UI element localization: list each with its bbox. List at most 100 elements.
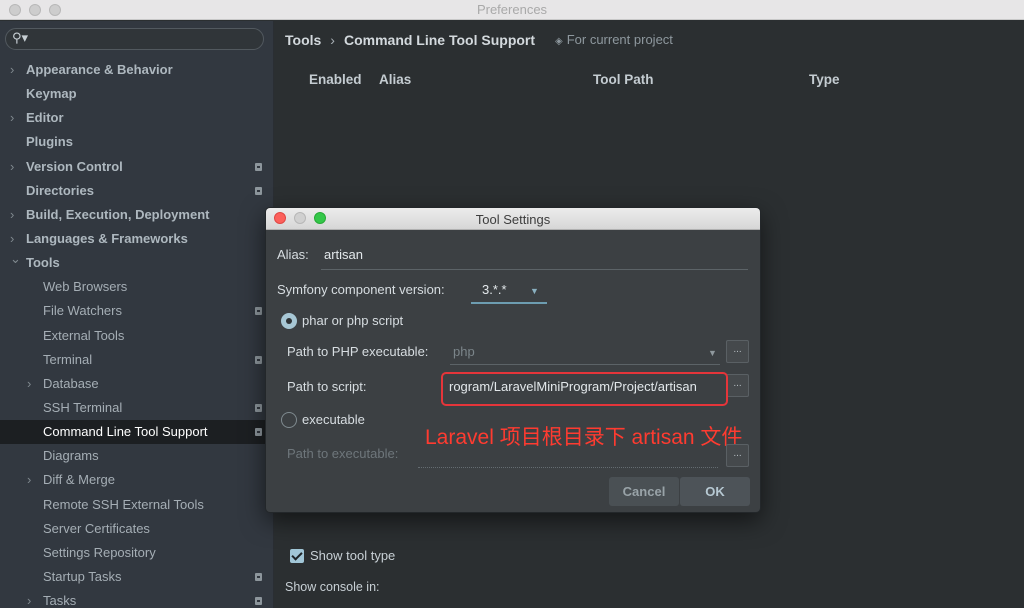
annotation-text: Laravel 项目根目录下 artisan 文件 xyxy=(425,426,743,449)
sidebar-item-command-line-tool-support[interactable]: Command Line Tool Support xyxy=(0,420,274,445)
window-titlebar: Preferences xyxy=(0,0,1024,20)
sidebar-item-label: Diff & Merge xyxy=(43,472,116,488)
sidebar-item-remote-ssh-external-tools[interactable]: Remote SSH External Tools xyxy=(0,493,274,517)
phar-script-radio[interactable] xyxy=(281,313,297,329)
sidebar-item-label: Build, Execution, Deployment xyxy=(26,206,210,222)
symfony-select-underline xyxy=(471,302,547,304)
show-tool-type-checkbox[interactable] xyxy=(290,548,304,563)
script-path-label: Path to script: xyxy=(287,379,367,394)
executable-path-browse-button: ... xyxy=(726,444,749,467)
sidebar-item-file-watchers[interactable]: File Watchers xyxy=(0,299,274,323)
alias-input-underline xyxy=(321,269,748,270)
sidebar-item-label: Settings Repository xyxy=(43,544,156,560)
settings-search-input[interactable]: ⚲▾ xyxy=(5,28,264,50)
sidebar-item-ssh-terminal[interactable]: SSH Terminal xyxy=(0,396,274,420)
cancel-button[interactable]: Cancel xyxy=(609,477,679,506)
project-scope-icon: ◈ xyxy=(555,36,563,47)
scope-indicator: ◈ For current project xyxy=(555,32,673,47)
sidebar-item-label: Keymap xyxy=(26,86,77,102)
sidebar-item-keymap[interactable]: Keymap xyxy=(0,82,274,106)
sidebar-item-tasks[interactable]: › Tasks xyxy=(0,589,274,608)
chevron-right-icon[interactable]: › xyxy=(10,155,14,179)
sidebar-item-plugins[interactable]: Plugins xyxy=(0,130,274,154)
sidebar-item-terminal[interactable]: Terminal xyxy=(0,348,274,372)
sidebar-item-label: Server Certificates xyxy=(43,520,150,536)
sidebar-item-label: Directories xyxy=(26,182,94,198)
sidebar-item-languages-frameworks[interactable]: › Languages & Frameworks xyxy=(0,227,274,251)
window-title: Preferences xyxy=(476,2,548,17)
sidebar-item-version-control[interactable]: › Version Control xyxy=(0,155,274,179)
breadcrumb: Tools › Command Line Tool Support xyxy=(285,32,535,48)
chevron-down-icon[interactable]: ⌄ xyxy=(10,247,21,271)
sidebar-item-startup-tasks[interactable]: Startup Tasks xyxy=(0,565,274,589)
sidebar-item-build-execution-deployment[interactable]: › Build, Execution, Deployment xyxy=(0,203,274,227)
sidebar-item-directories[interactable]: Directories xyxy=(0,179,274,203)
breadcrumb-parent[interactable]: Tools xyxy=(285,32,321,48)
column-header-enabled[interactable]: Enabled xyxy=(309,72,362,87)
show-console-label: Show console in: xyxy=(285,580,380,594)
chevron-down-icon[interactable]: ▼ xyxy=(708,348,717,358)
sidebar-item-label: Plugins xyxy=(26,134,73,150)
project-level-icon xyxy=(255,355,262,364)
sidebar-item-settings-repository[interactable]: Settings Repository xyxy=(0,541,274,565)
sidebar-item-label: Web Browsers xyxy=(43,279,128,295)
php-executable-label: Path to PHP executable: xyxy=(287,344,429,359)
sidebar-item-label: File Watchers xyxy=(43,303,122,319)
executable-path-label: Path to executable: xyxy=(287,446,399,461)
sidebar-item-diff-merge[interactable]: › Diff & Merge xyxy=(0,468,274,492)
sidebar-item-database[interactable]: › Database xyxy=(0,372,274,396)
alias-label: Alias: xyxy=(277,247,309,262)
sidebar-item-label: Remote SSH External Tools xyxy=(43,496,204,512)
show-tool-type-label: Show tool type xyxy=(310,548,396,563)
symfony-version-select[interactable]: 3.*.* xyxy=(482,282,507,297)
dialog-titlebar: Tool Settings xyxy=(266,208,760,230)
executable-label[interactable]: executable xyxy=(302,412,365,427)
sidebar-item-tools[interactable]: ⌄ Tools xyxy=(0,251,274,275)
chevron-right-icon[interactable]: › xyxy=(27,372,31,396)
sidebar-item-label: Tasks xyxy=(43,593,77,608)
project-level-icon xyxy=(255,403,262,412)
script-path-highlight xyxy=(441,372,728,406)
column-header-tool-path[interactable]: Tool Path xyxy=(593,72,654,87)
sidebar-item-label: Languages & Frameworks xyxy=(26,230,188,246)
scope-label: For current project xyxy=(566,32,673,47)
script-path-browse-button[interactable]: ... xyxy=(726,374,749,397)
alias-input[interactable]: artisan xyxy=(324,247,363,262)
sidebar-item-server-certificates[interactable]: Server Certificates xyxy=(0,517,274,541)
project-level-icon xyxy=(255,428,262,437)
sidebar-item-label: SSH Terminal xyxy=(43,399,123,415)
chevron-down-icon[interactable]: ▼ xyxy=(530,286,539,296)
sidebar-item-appearance-behavior[interactable]: › Appearance & Behavior xyxy=(0,58,274,82)
breadcrumb-separator: › xyxy=(330,32,335,48)
sidebar-item-label: Database xyxy=(43,375,99,391)
phar-script-label[interactable]: phar or php script xyxy=(302,313,403,328)
project-level-icon xyxy=(255,162,262,171)
sidebar-item-label: Diagrams xyxy=(43,448,99,464)
sidebar-item-label: Command Line Tool Support xyxy=(43,424,208,440)
project-level-icon xyxy=(255,307,262,316)
sidebar-item-external-tools[interactable]: External Tools xyxy=(0,324,274,348)
chevron-right-icon[interactable]: › xyxy=(27,468,31,492)
column-header-type[interactable]: Type xyxy=(809,72,840,87)
tool-settings-dialog: Tool Settings Alias: artisan Symfony com… xyxy=(265,207,761,513)
chevron-right-icon[interactable]: › xyxy=(10,106,14,130)
sidebar-item-editor[interactable]: › Editor xyxy=(0,106,274,130)
project-level-icon xyxy=(255,572,262,581)
sidebar-item-label: Startup Tasks xyxy=(43,568,122,584)
sidebar-item-diagrams[interactable]: Diagrams xyxy=(0,444,274,468)
ok-button[interactable]: OK xyxy=(680,477,750,506)
sidebar-item-web-browsers[interactable]: Web Browsers xyxy=(0,275,274,299)
php-executable-browse-button[interactable]: ... xyxy=(726,340,749,363)
project-level-icon xyxy=(255,186,262,195)
chevron-right-icon[interactable]: › xyxy=(27,589,31,608)
chevron-right-icon[interactable]: › xyxy=(10,203,14,227)
symfony-version-label: Symfony component version: xyxy=(277,282,445,297)
php-executable-select[interactable]: php xyxy=(453,344,475,359)
executable-radio[interactable] xyxy=(281,412,297,428)
executable-path-input xyxy=(418,467,718,468)
chevron-right-icon[interactable]: › xyxy=(10,58,14,82)
sidebar-item-label: External Tools xyxy=(43,327,125,343)
settings-sidebar: ⚲▾ › Appearance & Behavior Keymap › Editor Pl… xyxy=(0,21,274,608)
column-header-alias[interactable]: Alias xyxy=(379,72,411,87)
show-tool-type-option[interactable]: Show tool type xyxy=(290,548,395,563)
